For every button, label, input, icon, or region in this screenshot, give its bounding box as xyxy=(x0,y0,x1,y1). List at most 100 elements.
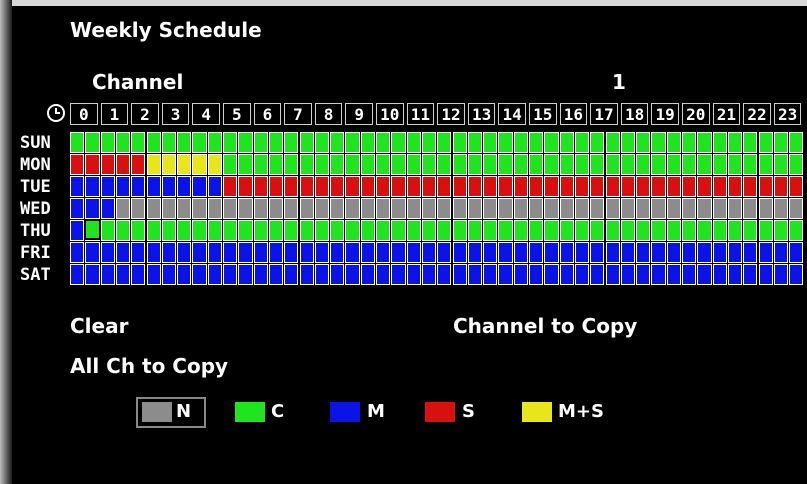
schedule-cell[interactable] xyxy=(590,176,605,197)
schedule-cell[interactable] xyxy=(452,242,467,263)
schedule-cell[interactable] xyxy=(636,220,651,241)
schedule-cell[interactable] xyxy=(177,242,192,263)
schedule-cell[interactable] xyxy=(651,220,666,241)
schedule-cell[interactable] xyxy=(345,154,360,175)
schedule-cell[interactable] xyxy=(70,220,85,241)
schedule-cell[interactable] xyxy=(636,198,651,219)
schedule-cell[interactable] xyxy=(268,220,284,241)
schedule-cell[interactable] xyxy=(70,132,85,153)
schedule-cell[interactable] xyxy=(666,154,681,175)
schedule-cell[interactable] xyxy=(559,242,574,263)
schedule-cell[interactable] xyxy=(574,176,590,197)
schedule-cell[interactable] xyxy=(727,242,743,263)
schedule-cell[interactable] xyxy=(421,242,437,263)
schedule-cell[interactable] xyxy=(391,154,406,175)
schedule-cell[interactable] xyxy=(651,132,666,153)
schedule-cell[interactable] xyxy=(406,198,421,219)
schedule-cell[interactable] xyxy=(727,176,743,197)
schedule-cell[interactable] xyxy=(651,176,666,197)
schedule-cell[interactable] xyxy=(789,220,804,241)
schedule-cell[interactable] xyxy=(574,132,590,153)
schedule-cell[interactable] xyxy=(452,132,467,153)
schedule-cell[interactable] xyxy=(177,264,192,285)
schedule-cell[interactable] xyxy=(682,220,697,241)
schedule-cell[interactable] xyxy=(513,242,528,263)
schedule-cell[interactable] xyxy=(559,264,574,285)
schedule-cell[interactable] xyxy=(590,264,605,285)
schedule-cell[interactable] xyxy=(330,220,345,241)
schedule-cell[interactable] xyxy=(467,132,483,153)
schedule-cell[interactable] xyxy=(498,154,513,175)
schedule-cell[interactable] xyxy=(223,242,238,263)
schedule-cell[interactable] xyxy=(115,220,131,241)
schedule-cell[interactable] xyxy=(115,242,131,263)
schedule-cell[interactable] xyxy=(146,154,161,175)
schedule-cell[interactable] xyxy=(85,176,100,197)
schedule-cell[interactable] xyxy=(314,154,330,175)
schedule-cell[interactable] xyxy=(773,242,789,263)
schedule-cell[interactable] xyxy=(513,264,528,285)
schedule-cell[interactable] xyxy=(360,132,375,153)
schedule-cell[interactable] xyxy=(758,132,773,153)
schedule-cell[interactable] xyxy=(85,242,100,263)
schedule-cell[interactable] xyxy=(437,242,452,263)
schedule-cell[interactable] xyxy=(559,198,574,219)
schedule-cell[interactable] xyxy=(192,220,207,241)
schedule-cell[interactable] xyxy=(330,132,345,153)
schedule-cell[interactable] xyxy=(223,176,238,197)
schedule-cell[interactable] xyxy=(345,242,360,263)
schedule-cell[interactable] xyxy=(789,264,804,285)
schedule-cell[interactable] xyxy=(666,132,681,153)
schedule-cell[interactable] xyxy=(85,154,100,175)
schedule-cell[interactable] xyxy=(467,220,483,241)
schedule-cell[interactable] xyxy=(712,132,727,153)
schedule-cell[interactable] xyxy=(85,198,100,219)
schedule-cell[interactable] xyxy=(268,242,284,263)
schedule-cell[interactable] xyxy=(620,242,636,263)
schedule-cell[interactable] xyxy=(268,264,284,285)
schedule-cell[interactable] xyxy=(467,198,483,219)
schedule-cell[interactable] xyxy=(651,154,666,175)
schedule-cell[interactable] xyxy=(498,242,513,263)
schedule-cell[interactable] xyxy=(177,176,192,197)
schedule-cell[interactable] xyxy=(773,176,789,197)
schedule-cell[interactable] xyxy=(131,242,146,263)
schedule-cell[interactable] xyxy=(70,264,85,285)
schedule-cell[interactable] xyxy=(605,154,620,175)
schedule-cell[interactable] xyxy=(666,242,681,263)
schedule-cell[interactable] xyxy=(268,132,284,153)
schedule-cell[interactable] xyxy=(192,198,207,219)
schedule-cell[interactable] xyxy=(391,264,406,285)
schedule-cell[interactable] xyxy=(223,132,238,153)
schedule-cell[interactable] xyxy=(391,198,406,219)
schedule-cell[interactable] xyxy=(330,264,345,285)
schedule-cell[interactable] xyxy=(207,264,222,285)
schedule-cell[interactable] xyxy=(529,154,544,175)
channel-to-copy-button[interactable]: Channel to Copy xyxy=(453,314,637,338)
schedule-cell[interactable] xyxy=(727,132,743,153)
schedule-cell[interactable] xyxy=(498,220,513,241)
schedule-cell[interactable] xyxy=(758,242,773,263)
schedule-cell[interactable] xyxy=(758,220,773,241)
schedule-cell[interactable] xyxy=(131,176,146,197)
schedule-cell[interactable] xyxy=(314,264,330,285)
schedule-cell[interactable] xyxy=(70,154,85,175)
schedule-cell[interactable] xyxy=(773,154,789,175)
schedule-cell[interactable] xyxy=(100,242,115,263)
schedule-cell[interactable] xyxy=(376,132,391,153)
schedule-cell[interactable] xyxy=(697,132,712,153)
schedule-cell[interactable] xyxy=(421,264,437,285)
schedule-cell[interactable] xyxy=(146,264,161,285)
schedule-cell[interactable] xyxy=(620,176,636,197)
schedule-cell[interactable] xyxy=(345,198,360,219)
schedule-cell[interactable] xyxy=(467,242,483,263)
schedule-cell[interactable] xyxy=(70,176,85,197)
schedule-cell[interactable] xyxy=(636,154,651,175)
schedule-cell[interactable] xyxy=(789,132,804,153)
schedule-cell[interactable] xyxy=(544,132,559,153)
schedule-cell[interactable] xyxy=(207,154,222,175)
schedule-cell[interactable] xyxy=(467,176,483,197)
schedule-cell[interactable] xyxy=(758,198,773,219)
channel-value[interactable]: 1 xyxy=(612,70,626,94)
schedule-cell[interactable] xyxy=(513,132,528,153)
